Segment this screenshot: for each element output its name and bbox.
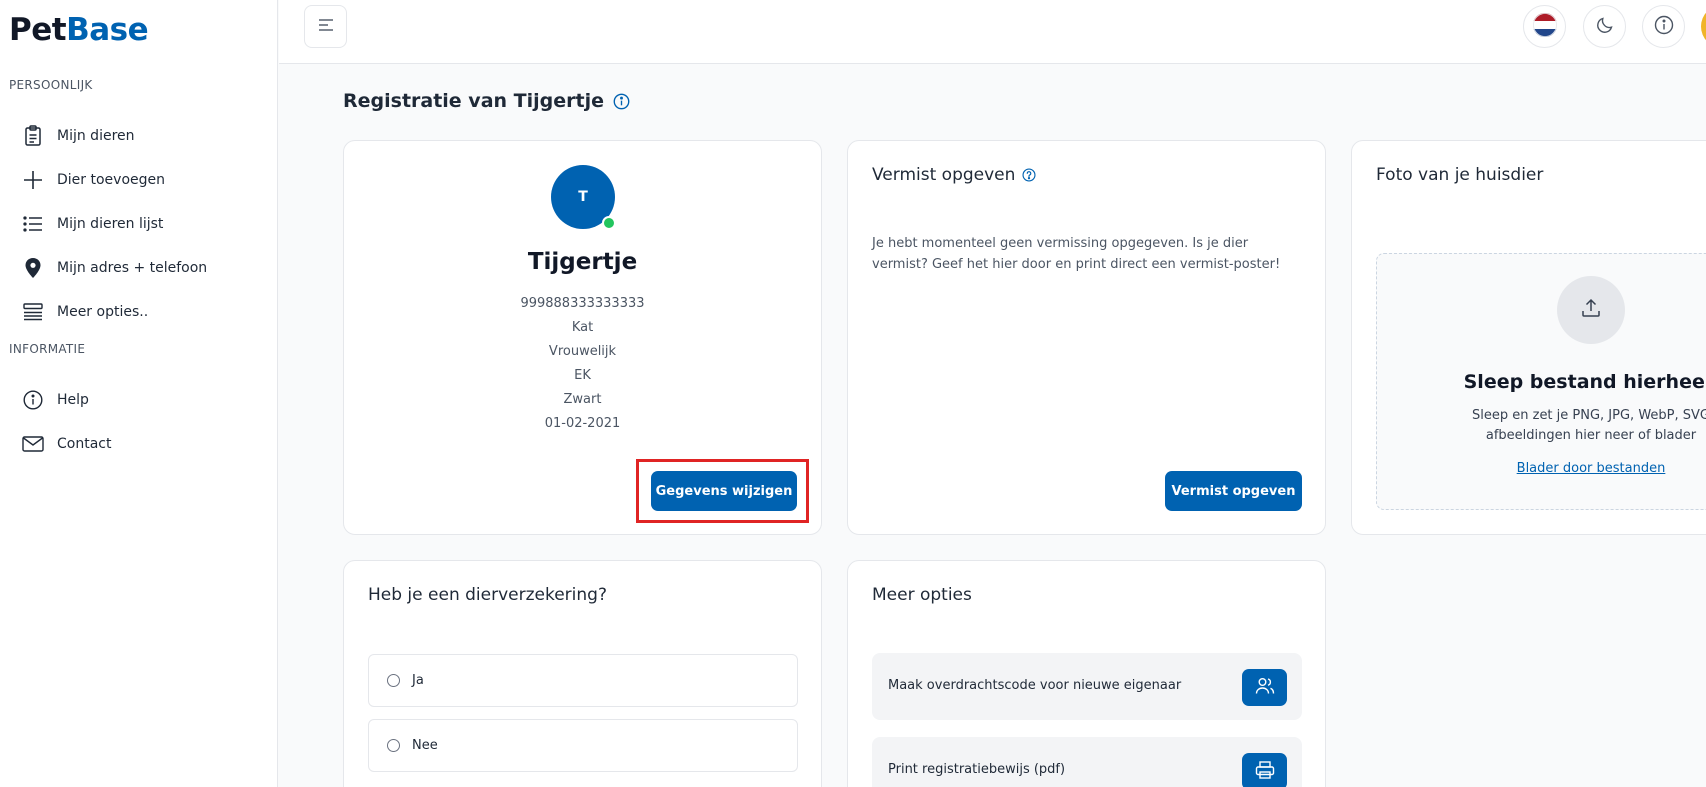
sidebar: PetBase PERSOONLIJK Mijn dieren Dier toe… (0, 0, 278, 787)
user-avatar[interactable] (1701, 5, 1706, 48)
insurance-card-title: Heb je een dierverzekering? (368, 585, 607, 605)
radio-button[interactable] (387, 739, 400, 752)
printer-icon (1255, 760, 1275, 783)
sidebar-item-label: Meer opties.. (57, 304, 149, 320)
pet-card: T Tijgertje 999888333333333 Kat Vrouweli… (343, 140, 822, 535)
logo-text-base: Base (66, 12, 149, 48)
edit-details-button[interactable]: Gegevens wijzigen (651, 471, 797, 511)
missing-card: Vermist opgeven Je hebt momenteel geen v… (847, 140, 1326, 535)
list-icon (20, 211, 46, 237)
petbase-logo[interactable]: PetBase (9, 12, 149, 48)
moon-icon (1596, 16, 1614, 37)
insurance-option-yes[interactable]: Ja (368, 654, 798, 707)
option-transfer-code[interactable]: Maak overdrachtscode voor nieuwe eigenaa… (872, 653, 1302, 720)
option-print-registration[interactable]: Print registratiebewijs (pdf) (872, 737, 1302, 787)
sidebar-item-label: Dier toevoegen (57, 172, 165, 188)
section-label-info: INFORMATIE (9, 342, 86, 356)
pet-color: Zwart (563, 392, 602, 407)
clipboard-icon (20, 123, 46, 149)
pet-name: Tijgertje (527, 249, 638, 275)
transfer-code-button[interactable] (1242, 669, 1287, 706)
online-status-dot (602, 216, 616, 230)
sidebar-item-address-phone[interactable]: Mijn adres + telefoon (20, 248, 260, 288)
file-dropzone[interactable]: Sleep bestand hierheen Sleep en zet je P… (1376, 253, 1706, 510)
dark-mode-toggle[interactable] (1583, 5, 1626, 48)
dropzone-description-line: Sleep en zet je PNG, JPG, WebP, SVG (1472, 408, 1706, 423)
info-icon (20, 387, 46, 413)
dropzone-title: Sleep bestand hierheen (1463, 371, 1706, 393)
language-button[interactable] (1523, 5, 1566, 48)
sidebar-item-contact[interactable]: Contact (20, 424, 260, 464)
sidebar-item-more-options[interactable]: Meer opties.. (20, 292, 260, 332)
more-options-card-title: Meer opties (872, 585, 972, 605)
option-label: Maak overdrachtscode voor nieuwe eigenaa… (888, 678, 1182, 693)
sidebar-item-label: Help (57, 392, 89, 408)
more-options-card: Meer opties Maak overdrachtscode voor ni… (847, 560, 1326, 787)
dropzone-description-line: afbeeldingen hier neer of blader (1485, 428, 1697, 443)
logo-text-pet: Pet (9, 12, 67, 48)
report-missing-button[interactable]: Vermist opgeven (1165, 471, 1302, 511)
dropzone-description: Sleep en zet je PNG, JPG, WebP, SVG afbe… (1377, 406, 1706, 446)
sidebar-item-label: Mijn adres + telefoon (57, 260, 208, 276)
pet-birthdate: 01-02-2021 (544, 416, 621, 431)
question-icon[interactable] (1022, 168, 1036, 182)
plus-icon (20, 167, 46, 193)
photo-card: Foto van je huisdier Sleep bestand hierh… (1351, 140, 1706, 535)
top-bar (279, 0, 1706, 64)
sidebar-item-label: Mijn dieren lijst (57, 216, 164, 232)
section-label-personal: PERSOONLIJK (9, 78, 93, 92)
sidebar-item-my-pets[interactable]: Mijn dieren (20, 116, 260, 156)
browse-files-link[interactable]: Blader door bestanden (1377, 461, 1706, 476)
info-icon[interactable] (613, 93, 630, 110)
menu-icon (318, 18, 334, 35)
print-button[interactable] (1242, 753, 1287, 787)
upload-icon-circle (1557, 276, 1625, 344)
stack-icon (20, 299, 46, 325)
page-title: Registratie van Tijgertje (343, 90, 630, 112)
info-icon (1654, 15, 1674, 38)
pet-chip-number: 999888333333333 (520, 296, 645, 311)
upload-icon (1580, 297, 1602, 323)
insurance-option-no[interactable]: Nee (368, 719, 798, 772)
sidebar-item-pets-list[interactable]: Mijn dieren lijst (20, 204, 260, 244)
radio-label: Ja (412, 673, 424, 688)
users-icon (1255, 677, 1275, 699)
info-button[interactable] (1642, 5, 1685, 48)
missing-card-title-text: Vermist opgeven (872, 165, 1016, 185)
insurance-card: Heb je een dierverzekering? Ja Nee (343, 560, 822, 787)
sidebar-item-help[interactable]: Help (20, 380, 260, 420)
pet-gender: Vrouwelijk (548, 344, 617, 359)
page-title-text: Registratie van Tijgertje (343, 90, 604, 112)
dutch-flag-icon (1532, 13, 1557, 40)
sidebar-item-add-pet[interactable]: Dier toevoegen (20, 160, 260, 200)
pet-breed: EK (574, 368, 591, 383)
sidebar-toggle-button[interactable] (304, 5, 347, 48)
mail-icon (20, 431, 46, 457)
photo-card-title: Foto van je huisdier (1376, 165, 1544, 185)
sidebar-item-label: Mijn dieren (57, 128, 135, 144)
radio-label: Nee (412, 738, 438, 753)
pet-species: Kat (571, 320, 594, 335)
option-label: Print registratiebewijs (pdf) (888, 762, 1066, 777)
radio-button[interactable] (387, 674, 400, 687)
missing-description: Je hebt momenteel geen vermissing opgege… (872, 236, 1281, 272)
sidebar-item-label: Contact (57, 436, 112, 452)
missing-card-title: Vermist opgeven (872, 165, 1036, 185)
location-pin-icon (20, 255, 46, 281)
